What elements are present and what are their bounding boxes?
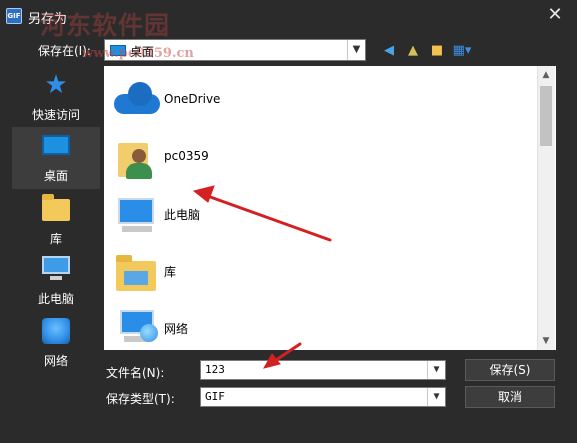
save-button[interactable]: 保存(S) [465, 359, 555, 381]
chevron-down-icon[interactable]: ▼ [347, 40, 365, 60]
filetype-label: 保存类型(T): [106, 392, 175, 406]
scroll-up-icon[interactable]: ▲ [537, 68, 555, 82]
filename-label: 文件名(N): [106, 366, 165, 380]
library-icon [42, 194, 70, 221]
place-quick-access[interactable]: ★ 快速访问 [12, 66, 100, 128]
filename-value: 123 [205, 363, 225, 376]
star-icon: ★ [44, 70, 68, 100]
list-item-label: 此电脑 [164, 208, 201, 222]
watermark-text: 河东软件园 [40, 11, 171, 40]
network-icon [112, 308, 160, 348]
filename-field[interactable]: 123 ▼ [200, 360, 446, 380]
place-library[interactable]: 库 [12, 190, 100, 252]
up-folder-icon[interactable]: ▲ [404, 42, 422, 60]
computer-icon [112, 194, 160, 234]
place-network[interactable]: 网络 [12, 312, 100, 374]
list-item-label: 网络 [164, 322, 189, 336]
gif-app-icon: GIF [6, 8, 22, 24]
view-menu-icon[interactable]: ▦▾ [451, 42, 473, 60]
back-arrow-icon[interactable]: ◀ [380, 42, 398, 60]
place-this-pc[interactable]: 此电脑 [12, 250, 100, 312]
list-item-network[interactable]: 网络 [104, 300, 536, 356]
close-icon[interactable]: ✕ [538, 0, 572, 30]
list-item-label: pc0359 [164, 149, 209, 163]
filetype-select[interactable]: GIF ▼ [200, 387, 446, 407]
place-desktop[interactable]: 桌面 [12, 127, 100, 189]
watermark-url: www.pc0359.cn [82, 46, 194, 61]
list-item-onedrive[interactable]: OneDrive [104, 72, 536, 128]
filetype-value: GIF [205, 390, 225, 403]
place-label: 网络 [43, 354, 68, 368]
place-label: 桌面 [43, 169, 68, 183]
list-item-label: OneDrive [164, 92, 221, 106]
computer-icon [42, 256, 70, 280]
onedrive-icon [112, 80, 160, 120]
new-folder-icon[interactable]: ■ [428, 42, 446, 60]
chevron-down-icon[interactable]: ▼ [427, 388, 445, 406]
list-item-this-pc[interactable]: 此电脑 [104, 186, 536, 242]
cancel-button[interactable]: 取消 [465, 386, 555, 408]
list-item-library[interactable]: 库 [104, 243, 536, 299]
place-label: 此电脑 [37, 292, 74, 306]
list-item-pc0359[interactable]: pc0359 [104, 129, 536, 185]
chevron-down-icon[interactable]: ▼ [427, 361, 445, 379]
network-icon [42, 318, 70, 344]
library-icon [112, 251, 160, 291]
scroll-thumb[interactable] [540, 86, 552, 146]
place-label: 快速访问 [31, 108, 80, 122]
list-item-label: 库 [164, 265, 177, 279]
user-folder-icon [112, 137, 160, 179]
scroll-down-icon[interactable]: ▼ [537, 334, 555, 348]
place-label: 库 [49, 232, 62, 246]
desktop-icon [42, 135, 70, 155]
